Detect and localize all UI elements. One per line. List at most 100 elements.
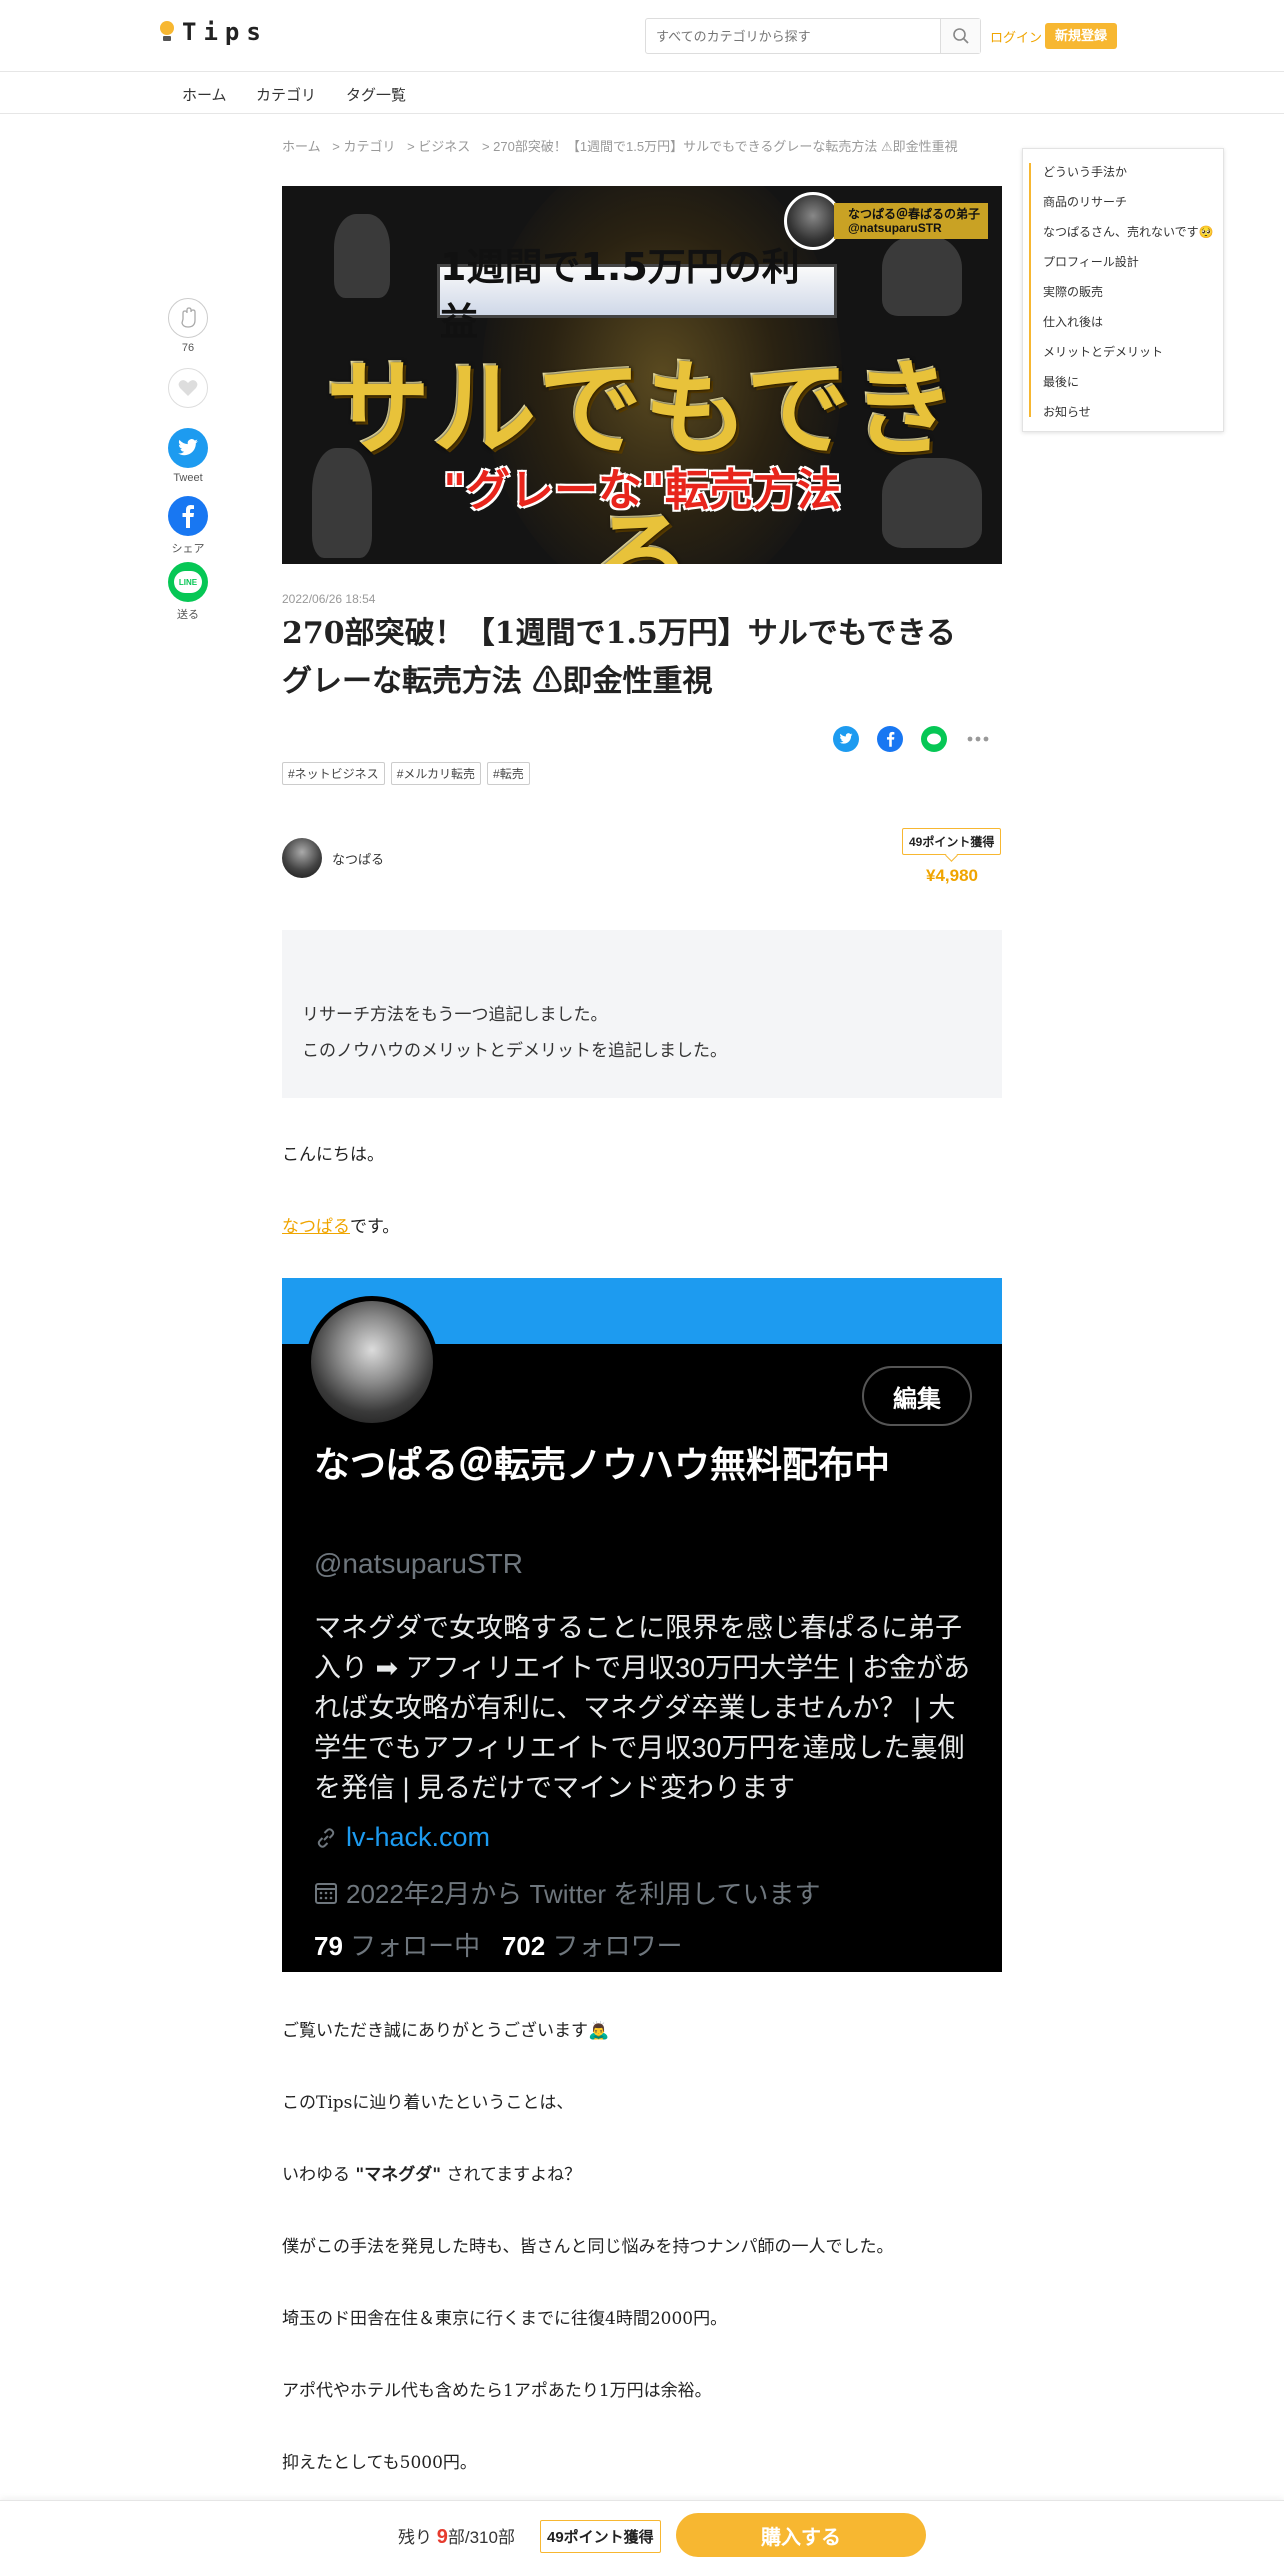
more-dots-icon xyxy=(967,736,989,742)
nav-category[interactable]: カテゴリ xyxy=(256,84,316,105)
search-icon xyxy=(952,28,969,44)
facebook-icon xyxy=(182,505,194,528)
twitter-profile-image: 編集 なつぱる＠転売ノウハウ無料配布中 @natsuparuSTR マネグダで女… xyxy=(282,1278,1002,1972)
profile-bio: マネグダで女攻略することに限界を感じ春ぱるに弟子入り ➡ アフィリエイトで月収3… xyxy=(314,1613,971,1803)
tweet-button[interactable] xyxy=(168,428,208,468)
facebook-share-button[interactable] xyxy=(877,726,903,752)
tweet-label: Tweet xyxy=(173,472,203,484)
toc-item[interactable]: プロフィール設計 xyxy=(1043,253,1219,270)
twitter-bird-icon xyxy=(839,733,853,744)
signup-button[interactable]: 新規登録 xyxy=(1045,23,1118,49)
site-logo[interactable]: Tips xyxy=(160,18,268,46)
clap-button[interactable] xyxy=(168,298,208,338)
login-link[interactable]: ログイン xyxy=(990,27,1042,46)
hero-banner-text: 1週間で1.5万円の利益 xyxy=(437,245,837,344)
like-control xyxy=(164,368,212,408)
profile-joined: 2022年2月から Twitter を利用しています xyxy=(314,1874,821,1911)
tag-list: #ネットビジネス #メルカリ転売 #転売 xyxy=(282,762,530,785)
tag-chip[interactable]: #メルカリ転売 xyxy=(390,762,482,785)
clap-icon xyxy=(181,307,196,328)
clap-count: 76 xyxy=(181,342,195,354)
like-button[interactable] xyxy=(168,368,208,408)
profile-name: なつぱる＠転売ノウハウ無料配布中 xyxy=(314,1444,891,1485)
toc-item[interactable]: 商品のリサーチ xyxy=(1043,193,1219,210)
post-date: 2022/06/26 18:54 xyxy=(282,592,376,606)
paragraph: なつぱるです。 xyxy=(282,1217,400,1237)
calendar-icon xyxy=(315,1882,337,1904)
tag-chip[interactable]: #ネットビジネス xyxy=(282,762,385,785)
line-icon: LINE xyxy=(174,571,202,593)
lightbulb-icon xyxy=(160,21,174,43)
paragraph: 抑えたとしても5000円。 xyxy=(282,2453,477,2473)
more-options-button[interactable] xyxy=(965,726,991,752)
toc-item[interactable]: どういう手法か xyxy=(1043,163,1219,180)
purchase-bar: 残り 9部/310部 49ポイント獲得 購入する xyxy=(0,2500,1284,2568)
points-badge: 49ポイント獲得 xyxy=(902,828,1002,855)
paragraph: 僕がこの手法を発見した時も、皆さんと同じ悩みを持つナンパ師の一人でした。 xyxy=(282,2237,894,2257)
update-notice: リサーチ方法をもう一つ追記しました。 このノウハウのメリットとデメリットを追記し… xyxy=(282,930,1002,1098)
article-title: 270部突破！【1週間で1.5万円】サルでもできる グレーな転売方法 ⚠即金性重… xyxy=(282,616,956,699)
line-share-button[interactable] xyxy=(921,726,947,752)
table-of-contents: どういう手法か 商品のリサーチ なつぱるさん、売れないです🥺 プロフィール設計 … xyxy=(1022,148,1224,432)
breadcrumb-current: > 270部突破！【1週間で1.5万円】サルでもできるグレーな転売方法 ⚠即金性… xyxy=(481,139,958,154)
profile-link: lv-hack.com xyxy=(314,1822,490,1853)
author-link[interactable]: なつぱる xyxy=(282,1217,350,1237)
search-button[interactable] xyxy=(940,19,980,53)
tag-chip[interactable]: #転売 xyxy=(487,762,530,785)
paragraph: こんにちは。 xyxy=(282,1145,384,1165)
toc-item[interactable]: 実際の販売 xyxy=(1043,283,1219,300)
link-icon xyxy=(317,1827,335,1848)
logo-text: Tips xyxy=(182,18,268,46)
badge-name: なつぱる＠春ぱるの弟子 xyxy=(847,207,980,221)
search-box xyxy=(645,18,981,54)
twitter-bird-icon xyxy=(178,439,198,456)
line-chat-icon xyxy=(927,733,941,744)
toc-item[interactable]: 仕入れ後は xyxy=(1043,313,1219,330)
search-input[interactable] xyxy=(646,19,940,53)
main-nav: ホーム カテゴリ タグ一覧 xyxy=(0,72,1284,114)
breadcrumb-category[interactable]: > カテゴリ xyxy=(332,139,395,154)
breadcrumb-business[interactable]: > ビジネス xyxy=(407,139,470,154)
clap-control: 76 xyxy=(164,298,212,354)
monkey-silhouette xyxy=(334,214,390,298)
facebook-share-button[interactable] xyxy=(168,496,208,536)
nav-home[interactable]: ホーム xyxy=(182,84,227,105)
paragraph: ご覧いただき誠にありがとうございます🙇‍♂️ xyxy=(282,2021,610,2041)
profile-handle: @natsuparuSTR xyxy=(314,1548,523,1579)
paragraph: 埼玉のド田舎在住＆東京に行くまでに往復4時間2000円。 xyxy=(282,2309,728,2329)
tweet-control: Tweet xyxy=(164,428,212,484)
hero-image: 1週間で1.5万円の利益 サルでもできる "グレーな"転売方法 なつぱる＠春ぱる… xyxy=(282,186,1002,564)
price: ¥4,980 xyxy=(926,866,978,885)
avatar xyxy=(306,1296,438,1428)
buy-button[interactable]: 購入する xyxy=(676,2513,926,2557)
profile-stats: 79 フォロー中 702 フォロワー xyxy=(314,1931,683,1961)
toc-item[interactable]: 最後に xyxy=(1043,373,1219,390)
line-control: LINE 送る xyxy=(164,562,212,622)
twitter-share-button[interactable] xyxy=(833,726,859,752)
toc-item[interactable]: お知らせ xyxy=(1043,403,1219,420)
facebook-icon xyxy=(886,731,894,747)
author-info[interactable]: なつぱる xyxy=(282,838,384,878)
toc-item[interactable]: なつぱるさん、売れないです🥺 xyxy=(1043,223,1219,240)
hero-sub-text: "グレーな"転売方法 xyxy=(443,465,841,516)
site-header: Tips ログイン 新規登録 xyxy=(0,0,1284,72)
hero-author-badge: なつぱる＠春ぱるの弟子 @natsuparuSTR xyxy=(783,192,988,250)
edit-profile-label: 編集 xyxy=(862,1366,972,1426)
paragraph: アポ代やホテル代も含めたら1アポあたり1万円は余裕。 xyxy=(282,2381,712,2401)
avatar xyxy=(282,838,322,878)
toc-item[interactable]: メリットとデメリット xyxy=(1043,343,1219,360)
breadcrumb: ホーム > カテゴリ > ビジネス > 270部突破！【1週間で1.5万円】サル… xyxy=(282,136,1002,155)
line-send-button[interactable]: LINE xyxy=(168,562,208,602)
remaining-stock: 残り 9部/310部 xyxy=(398,2526,515,2548)
paragraph: いわゆる "マネグダ" されてますよね？ xyxy=(282,2165,582,2185)
line-send-label: 送る xyxy=(177,609,199,621)
paragraph: このTipsに辿り着いたということは、 xyxy=(282,2093,574,2113)
points-badge: 49ポイント獲得 xyxy=(540,2520,661,2553)
nav-tags[interactable]: タグ一覧 xyxy=(346,84,406,105)
facebook-share-label: シェア xyxy=(171,543,205,555)
hero-main-text: サルでもできる xyxy=(326,348,958,564)
breadcrumb-home[interactable]: ホーム xyxy=(282,139,321,154)
facebook-control: シェア xyxy=(164,496,212,556)
author-name: なつぱる xyxy=(332,851,385,867)
badge-handle: @natsuparuSTR xyxy=(847,221,942,235)
